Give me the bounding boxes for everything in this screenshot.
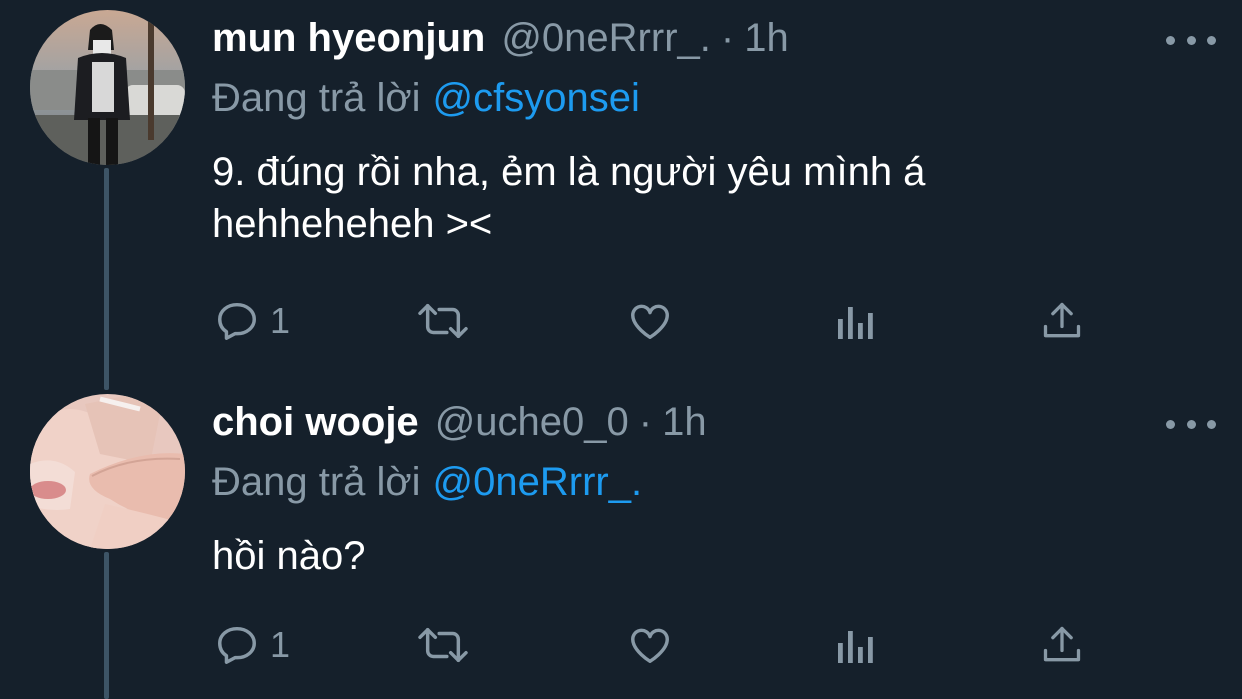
tweet-text-line: 9. đúng rồi nha, ẻm là người yêu mình á <box>212 150 926 194</box>
user-handle[interactable]: @0neRrrr_. <box>501 16 711 61</box>
retweet-button[interactable] <box>414 620 472 670</box>
separator: · <box>638 400 653 444</box>
tweet-actions: 1 <box>0 296 1242 346</box>
replying-to-link[interactable]: @0neRrrr_. <box>433 460 643 504</box>
reply-icon <box>218 302 256 340</box>
timestamp[interactable]: 1h <box>744 16 789 61</box>
reply-count: 1 <box>270 624 291 665</box>
display-name[interactable]: mun hyeonjun <box>212 16 485 61</box>
share-button[interactable] <box>1040 620 1084 670</box>
reply-button[interactable]: 1 <box>214 296 290 346</box>
reply-button[interactable]: 1 <box>214 620 290 670</box>
display-name[interactable]: choi wooje <box>212 400 419 445</box>
tweet[interactable]: mun hyeonjun @0neRrrr_. · 1h Đang trả lờ… <box>0 0 1242 380</box>
share-icon <box>1043 626 1081 662</box>
replying-to-link[interactable]: @cfsyonsei <box>433 76 640 120</box>
retweet-icon <box>418 627 468 663</box>
share-button[interactable] <box>1040 296 1084 346</box>
tweet-actions: 1 <box>0 620 1242 670</box>
reply-icon <box>218 626 256 664</box>
separator: · <box>720 16 735 60</box>
tweet-text-line: hehheheheh >< <box>212 202 493 246</box>
avatar[interactable] <box>30 394 185 549</box>
analytics-button[interactable] <box>836 620 876 670</box>
user-handle[interactable]: @uche0_0 <box>435 400 629 445</box>
tweet-header: mun hyeonjun @0neRrrr_. · 1h <box>212 16 789 64</box>
retweet-icon <box>418 303 468 339</box>
like-button[interactable] <box>626 620 674 670</box>
avatar[interactable] <box>30 10 185 165</box>
tweet-text: 9. đúng rồi nha, ẻm là người yêu mình á … <box>212 146 1192 250</box>
more-icon[interactable] <box>1166 414 1216 434</box>
tweet-text: hồi nào? <box>212 530 1192 582</box>
reply-count: 1 <box>270 300 291 341</box>
heart-icon <box>631 628 669 664</box>
share-icon <box>1043 302 1081 338</box>
tweet-header: choi wooje @uche0_0 · 1h <box>212 400 707 448</box>
tweet[interactable]: choi wooje @uche0_0 · 1h Đang trả lời @0n… <box>0 384 1242 699</box>
heart-icon <box>631 304 669 340</box>
analytics-icon <box>838 631 873 663</box>
replying-to-label: Đang trả lời <box>212 460 421 504</box>
analytics-icon <box>838 307 873 339</box>
replying-to: Đang trả lời @0neRrrr_. <box>212 460 642 505</box>
like-button[interactable] <box>626 296 674 346</box>
tweet-text-line: hồi nào? <box>212 534 366 578</box>
retweet-button[interactable] <box>414 296 472 346</box>
replying-to-label: Đang trả lời <box>212 76 421 120</box>
timestamp[interactable]: 1h <box>662 400 707 445</box>
analytics-button[interactable] <box>836 296 876 346</box>
replying-to: Đang trả lời @cfsyonsei <box>212 76 640 121</box>
more-icon[interactable] <box>1166 30 1216 50</box>
